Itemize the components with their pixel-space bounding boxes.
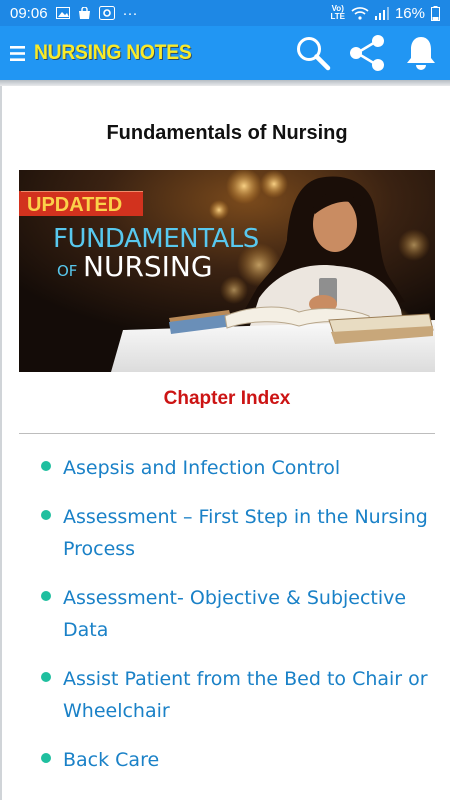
bell-icon [407,37,435,70]
bullet-icon [41,752,51,763]
status-more-indicator: ··· [122,4,138,22]
hamburger-menu-icon [9,45,25,61]
banner-title-line2: NURSING [83,250,213,283]
banner-image: UPDATED FUNDAMENTALS OF NURSING [19,170,435,372]
list-item: Assist Patient from the Bed to Chair or … [19,663,435,728]
app-notification-icon [98,6,115,20]
banner-title-of: OF [57,262,77,280]
shopping-bag-icon [78,6,91,20]
signal-icon [374,6,389,20]
chapter-index-heading: Chapter Index [163,388,291,409]
banner-badge-text: UPDATED [27,194,122,216]
battery-icon [431,5,440,21]
page-title: Fundamentals of Nursing [106,122,348,144]
list-item: Assessment – First Step in the Nursing P… [19,501,435,566]
status-time: 09:06 [10,4,48,22]
bullet-icon [41,509,51,520]
network-type-indicator: Vo) LTE [330,4,345,21]
battery-percentage: 16% [394,4,425,22]
chapter-link[interactable]: Back Care [63,744,435,777]
bullet-icon [41,590,51,601]
app-title: NURSING NOTES [34,41,192,64]
list-item: Back Care [19,744,435,777]
share-button[interactable] [348,33,386,73]
bullet-icon [41,671,51,682]
share-icon [350,35,384,71]
chapter-link[interactable]: Assessment – First Step in the Nursing P… [63,501,435,566]
chapter-link[interactable]: Assist Patient from the Bed to Chair or … [63,663,435,728]
gallery-icon [55,7,70,19]
app-bar: NURSING NOTES [0,26,450,80]
divider [19,433,435,434]
status-bar: 09:06 ··· Vo) LTE 16% [0,0,450,26]
bullet-icon [41,461,51,471]
search-button[interactable] [294,33,332,73]
article-content: Fundamentals of Nursing UPDATED FUNDAMEN… [0,86,450,800]
search-icon [297,37,331,71]
wifi-icon [351,6,369,20]
chapter-list: Asepsis and Infection Control Assessment… [19,452,435,792]
list-item: Assessment- Objective & Subjective Data [19,582,435,647]
chapter-link[interactable]: Assessment- Objective & Subjective Data [63,582,435,647]
chapter-link[interactable]: Asepsis and Infection Control [63,452,435,485]
notifications-button[interactable] [402,33,440,73]
menu-button[interactable] [2,26,32,80]
list-item: Asepsis and Infection Control [19,452,435,485]
